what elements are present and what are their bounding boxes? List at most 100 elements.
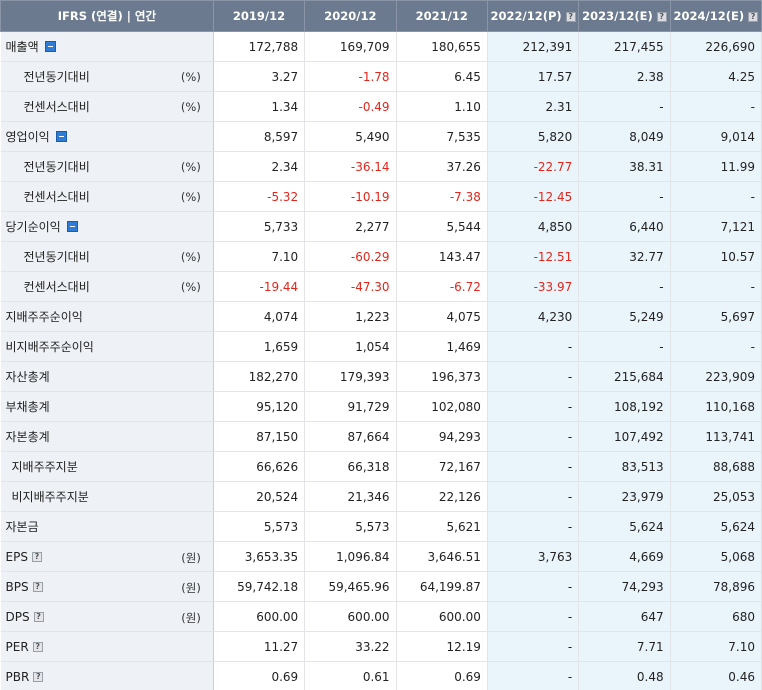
- unit-label: (원): [181, 551, 201, 565]
- value-cell: 1.10: [396, 91, 488, 122]
- value-cell: 1,096.84: [304, 541, 397, 572]
- value-cell: 179,393: [304, 361, 397, 392]
- value-cell: 0.69: [213, 661, 306, 690]
- value-cell: 7.10: [670, 631, 762, 662]
- table-row: 지배주주지분 66,626 66,318 72,167-83,513 88,688: [0, 451, 762, 482]
- row-label-cell: 전년동기대비 (%): [0, 241, 214, 272]
- help-icon[interactable]: ?: [32, 641, 43, 652]
- value-cell: 3,763: [487, 541, 580, 572]
- row-label: 지배주주지분: [11, 460, 78, 474]
- collapse-toggle-icon[interactable]: [55, 131, 67, 142]
- value-cell: 5,573: [304, 511, 397, 542]
- table-row: 부채총계 95,120 91,729 102,080-108,192 110,168: [0, 391, 762, 422]
- value-cell: 2.34: [213, 151, 306, 182]
- row-label-cell: EPS? (원): [0, 541, 214, 572]
- value-cell: -10.19: [304, 181, 397, 212]
- value-cell: 4,850: [487, 211, 580, 242]
- row-label-cell: 비지배주주지분: [0, 481, 214, 512]
- value-cell: 11.27: [213, 631, 306, 662]
- help-icon[interactable]: ?: [31, 551, 42, 562]
- unit-label: (%): [180, 160, 201, 174]
- value-cell: -: [578, 91, 671, 122]
- row-label-cell[interactable]: 매출액: [0, 31, 214, 62]
- period-header: 2021/12: [395, 0, 488, 32]
- value-cell: 25,053: [670, 481, 762, 512]
- row-label-cell: 부채총계: [0, 391, 214, 422]
- row-label: DPS: [5, 609, 30, 624]
- help-icon[interactable]: ?: [748, 11, 759, 22]
- value-cell: 143.47: [396, 241, 488, 272]
- collapse-toggle-icon[interactable]: [66, 221, 78, 232]
- value-cell: -12.51: [487, 241, 580, 272]
- value-cell: 0.69: [396, 661, 488, 690]
- value-cell: 1,223: [304, 301, 397, 332]
- row-label-cell: 비지배주주순이익: [0, 331, 214, 362]
- value-cell: 0.61: [304, 661, 397, 690]
- table-row: DPS? (원) 600.00 600.00 600.00-647 680: [0, 601, 762, 632]
- row-label: PBR: [5, 669, 30, 684]
- help-icon[interactable]: ?: [33, 671, 44, 682]
- value-cell: 94,293: [396, 421, 488, 452]
- value-cell: -0.49: [304, 91, 397, 122]
- row-label: 자본총계: [5, 430, 50, 444]
- help-icon[interactable]: ?: [32, 581, 43, 592]
- value-cell: 1,469: [396, 331, 488, 362]
- value-cell: 74,293: [578, 571, 671, 602]
- value-cell: -: [487, 571, 580, 602]
- value-cell: 33.22: [304, 631, 397, 662]
- value-cell: 4.25: [670, 61, 762, 92]
- period-label: 2023/12(E): [582, 9, 653, 23]
- help-icon[interactable]: ?: [565, 11, 576, 22]
- row-label-cell: 컨센서스대비 (%): [0, 91, 214, 122]
- value-cell: 182,270: [213, 361, 306, 392]
- value-cell: -: [670, 91, 762, 122]
- row-label-cell[interactable]: 당기순이익: [0, 211, 214, 242]
- row-label-cell: PER?: [0, 631, 214, 662]
- row-label: BPS: [5, 579, 29, 594]
- row-label: 지배주주순이익: [5, 310, 83, 324]
- value-cell: 5,733: [213, 211, 306, 242]
- row-label: 영업이익: [5, 130, 50, 144]
- value-cell: -60.29: [304, 241, 397, 272]
- row-label-cell: 전년동기대비 (%): [0, 151, 214, 182]
- value-cell: 215,684: [578, 361, 671, 392]
- row-label-cell: DPS? (원): [0, 601, 214, 632]
- value-cell: 8,049: [578, 121, 671, 152]
- value-cell: 10.57: [670, 241, 762, 272]
- help-icon[interactable]: ?: [656, 11, 667, 22]
- row-label: 컨센서스대비: [23, 100, 90, 114]
- value-cell: 5,490: [304, 121, 397, 152]
- row-label: 비지배주주순이익: [5, 340, 94, 354]
- value-cell: 64,199.87: [396, 571, 488, 602]
- table-row: 자본금 5,573 5,573 5,621-5,624 5,624: [0, 511, 762, 542]
- unit-label: (%): [180, 70, 201, 84]
- value-cell: 12.19: [396, 631, 488, 662]
- value-cell: 72,167: [396, 451, 488, 482]
- collapse-toggle-icon[interactable]: [44, 41, 56, 52]
- table-row: BPS? (원) 59,742.18 59,465.96 64,199.87-74,29…: [0, 571, 762, 602]
- row-label-cell[interactable]: 영업이익: [0, 121, 214, 152]
- row-label: PER: [5, 639, 29, 654]
- row-label-cell: 자산총계: [0, 361, 214, 392]
- value-cell: 59,465.96: [304, 571, 397, 602]
- value-cell: 600.00: [396, 601, 488, 632]
- value-cell: 95,120: [213, 391, 306, 422]
- help-icon[interactable]: ?: [33, 611, 44, 622]
- table-row: 매출액 172,788 169,709 180,655 212,391 217,455 22…: [0, 31, 762, 62]
- table-row: EPS? (원) 3,653.35 1,096.84 3,646.51 3,763 4,66…: [0, 541, 762, 572]
- row-label: 컨센서스대비: [23, 280, 90, 294]
- value-cell: 110,168: [670, 391, 762, 422]
- value-cell: 4,230: [487, 301, 580, 332]
- table-row: PER? 11.27 33.22 12.19-7.71 7.10: [0, 631, 762, 662]
- value-cell: -: [487, 511, 580, 542]
- table-row: 컨센서스대비 (%) -19.44 -47.30 -6.72 -33.97- -: [0, 271, 762, 302]
- value-cell: -: [487, 451, 580, 482]
- value-cell: 5,624: [578, 511, 671, 542]
- row-label: 매출액: [5, 40, 39, 54]
- value-cell: 196,373: [396, 361, 488, 392]
- value-cell: -7.38: [396, 181, 488, 212]
- value-cell: 3,646.51: [396, 541, 488, 572]
- value-cell: 21,346: [304, 481, 397, 512]
- row-label-cell: 자본금: [0, 511, 214, 542]
- value-cell: 37.26: [396, 151, 488, 182]
